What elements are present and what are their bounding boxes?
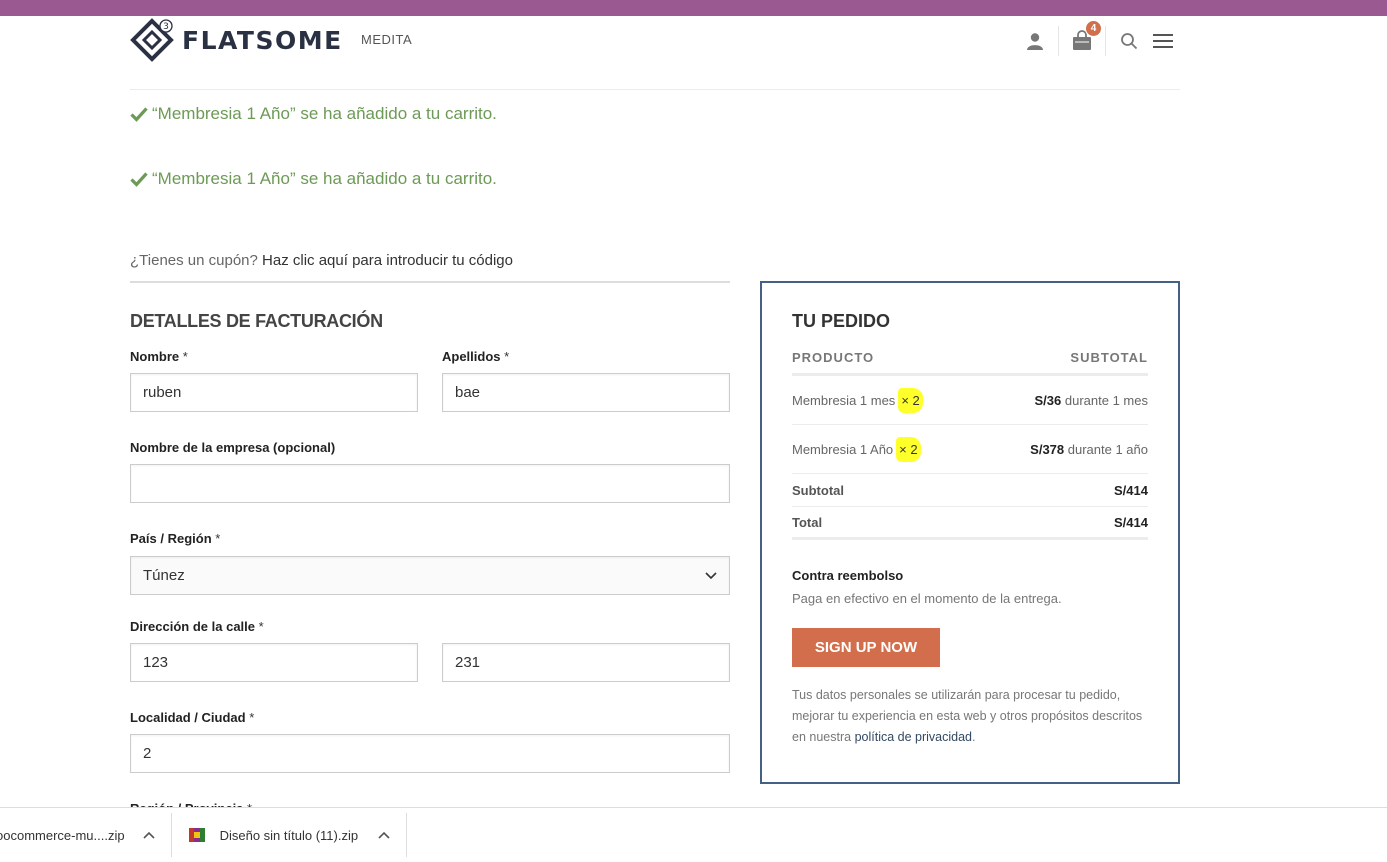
direccion-field-1[interactable]: 123 [130,643,418,682]
menu-icon[interactable] [1148,26,1178,56]
direccion-label: Dirección de la calle * [130,619,264,634]
pais-label: País / Región * [130,531,221,546]
chevron-up-icon [143,831,155,839]
col-product: PRODUCTO [792,350,875,365]
site-logo[interactable]: 3 FLATSOME [130,18,343,62]
item-name: Membresia 1 mes [792,392,896,408]
divider [1058,26,1059,56]
item-price: S/36 [1034,392,1062,408]
privacy-policy-link[interactable]: política de privacidad [855,730,972,744]
empresa-field[interactable] [130,464,730,503]
download-filename: oocommerce-mu....zip [0,827,125,843]
divider [406,813,408,857]
logo-mark-icon: 3 [130,18,174,62]
notice-text: “Membresia 1 Año” se ha añadido a tu car… [152,169,497,188]
apellidos-label: Apellidos * [442,349,510,364]
coupon-link[interactable]: Haz clic aquí para introducir tu código [262,252,513,269]
item-period: durante 1 año [1067,441,1148,457]
total-value: S/414 [1114,514,1148,530]
order-review-box: TU PEDIDO PRODUCTO SUBTOTAL Membresia 1 … [760,281,1180,784]
download-bar: oocommerce-mu....zip Diseño sin título (… [0,807,1387,862]
checkmark-icon [130,107,148,122]
cart-notice: “Membresia 1 Año” se ha añadido a tu car… [130,104,497,124]
sign-up-button[interactable]: SIGN UP NOW [792,628,940,667]
logo-badge: 3 [163,22,169,32]
order-table-header: PRODUCTO SUBTOTAL [792,350,1148,376]
localidad-label: Localidad / Ciudad * [130,710,255,725]
col-subtotal: SUBTOTAL [1070,350,1148,365]
payment-method-desc: Paga en efectivo en el momento de la ent… [792,591,1062,606]
cart-count-badge: 4 [1085,20,1102,37]
site-header: 3 FLATSOME MEDITA 4 [0,16,1387,90]
payment-method-title: Contra reembolso [792,568,904,583]
item-price: S/378 [1030,441,1065,457]
cart-button[interactable]: 4 [1067,20,1102,56]
billing-title: DETALLES DE FACTURACIÓN [130,311,383,331]
order-item-row: Membresia 1 Año × 2 S/378 durante 1 año [792,425,1148,474]
pais-select[interactable]: Túnez [130,556,730,595]
item-name: Membresia 1 Año [792,441,894,457]
item-qty: × 2 [896,436,921,462]
chevron-up-icon [378,831,390,839]
search-icon[interactable] [1114,26,1144,56]
coupon-divider [130,281,730,283]
account-icon[interactable] [1020,26,1050,56]
brand-name: FLATSOME [182,25,343,55]
cart-notice: “Membresia 1 Año” se ha añadido a tu car… [130,169,497,189]
nombre-label: Nombre * [130,349,188,364]
zip-file-icon [188,828,205,842]
direccion-field-2[interactable]: 231 [442,643,730,682]
top-accent-bar [0,0,1387,16]
coupon-question: ¿Tienes un cupón? [130,252,258,269]
coupon-prompt: ¿Tienes un cupón? Haz clic aquí para int… [130,252,513,269]
subtotal-value: S/414 [1114,482,1148,498]
download-filename: Diseño sin título (11).zip [219,827,359,843]
empresa-label: Nombre de la empresa (opcional) [130,440,336,455]
total-label: Total [792,514,823,530]
order-title: TU PEDIDO [792,311,891,331]
apellidos-field[interactable]: bae [442,373,730,412]
header-icons: 4 [1020,20,1178,58]
item-period: durante 1 mes [1064,392,1148,408]
subtotal-row: Subtotal S/414 [792,474,1148,507]
total-row: Total S/414 [792,507,1148,540]
nav-link-medita[interactable]: MEDITA [361,32,412,47]
chevron-down-icon [705,571,717,579]
download-item[interactable]: Diseño sin título (11).zip [172,808,407,862]
header-divider [130,89,1180,90]
divider [1105,26,1106,56]
download-item[interactable]: oocommerce-mu....zip [0,808,171,862]
privacy-notice: Tus datos personales se utilizarán para … [792,688,1143,744]
nombre-field[interactable]: ruben [130,373,418,412]
order-item-row: Membresia 1 mes × 2 S/36 durante 1 mes [792,376,1148,425]
item-qty: × 2 [898,387,923,413]
localidad-field[interactable]: 2 [130,734,730,773]
subtotal-label: Subtotal [792,482,844,498]
checkmark-icon [130,172,148,187]
pais-value: Túnez [143,567,185,584]
notice-text: “Membresia 1 Año” se ha añadido a tu car… [152,104,497,123]
